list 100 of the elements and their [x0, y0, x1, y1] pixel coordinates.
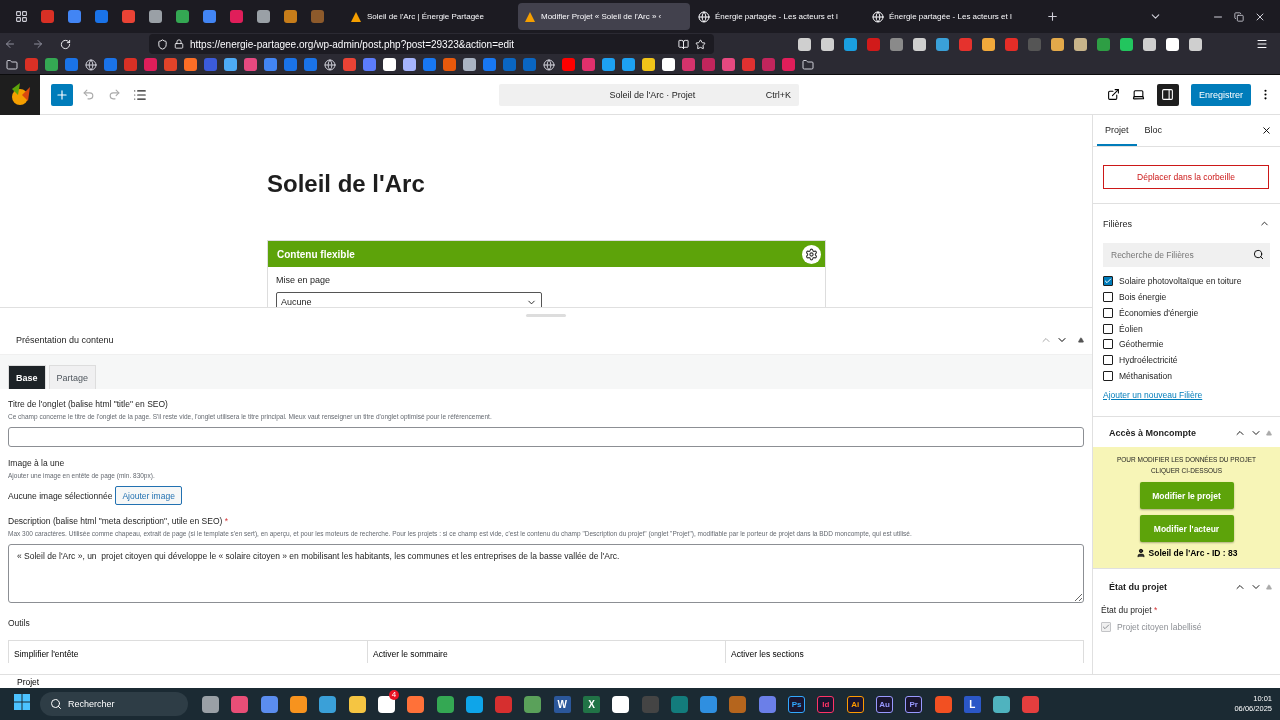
sidebar-tab[interactable]: Bloc [1136, 115, 1171, 146]
app-icon[interactable]: X [583, 695, 600, 713]
globe-icon[interactable] [85, 58, 97, 71]
reload-icon[interactable] [60, 38, 71, 50]
app-icon[interactable] [202, 695, 220, 713]
panel-title[interactable]: État du projet [1109, 582, 1167, 592]
sidebar-tab[interactable]: Projet [1097, 115, 1137, 146]
restore-icon[interactable] [1234, 11, 1244, 22]
site-icon[interactable] [203, 10, 216, 23]
reader-view-icon[interactable] [678, 38, 689, 50]
bookmark-icon[interactable] [582, 58, 595, 71]
bookmark-icon[interactable] [503, 58, 516, 71]
site-icon[interactable] [284, 10, 297, 23]
windows-icon[interactable] [14, 694, 30, 710]
bookmark-icon[interactable] [702, 58, 715, 71]
site-icon[interactable] [41, 10, 54, 23]
bookmark-icon[interactable] [304, 58, 317, 71]
bookmark-icon[interactable] [264, 58, 277, 71]
settings-icon[interactable] [805, 247, 818, 261]
bookmark-icon[interactable] [45, 58, 58, 71]
search-icon[interactable] [1253, 249, 1264, 260]
external-link-icon[interactable] [1107, 88, 1120, 101]
bookmark-icon[interactable] [284, 58, 297, 71]
app-icon[interactable]: W [553, 695, 571, 713]
bookmark-icon[interactable] [642, 58, 655, 71]
bookmark-icon[interactable] [602, 58, 615, 71]
collapse-icon[interactable] [1078, 336, 1084, 343]
app-icon[interactable]: L [963, 695, 981, 713]
globe-icon[interactable] [543, 58, 555, 71]
site-icon[interactable] [176, 10, 189, 23]
bookmark-icon[interactable] [164, 58, 177, 71]
app-icon[interactable]: Au [875, 695, 893, 713]
bookmark-icon[interactable] [244, 58, 257, 71]
back-icon[interactable] [4, 38, 16, 50]
bookmark-icon[interactable] [742, 58, 755, 71]
breadcrumb[interactable]: Projet [17, 676, 40, 687]
bookmark-icon[interactable] [184, 58, 197, 71]
browser-tab[interactable]: Énergie partagée - Les acteurs et l [692, 3, 864, 30]
bookmark-icon[interactable] [363, 58, 376, 71]
list-view-icon[interactable] [133, 87, 147, 102]
site-icon[interactable] [230, 10, 243, 23]
extension-icon[interactable] [1143, 37, 1156, 51]
bookmark-icon[interactable] [204, 58, 217, 71]
folder-icon[interactable] [802, 58, 814, 71]
bookmark-icon[interactable] [25, 58, 38, 71]
checkbox[interactable] [1103, 291, 1113, 302]
checkbox[interactable] [1103, 307, 1113, 318]
resize-handle[interactable] [526, 314, 566, 317]
bookmark-icon[interactable] [662, 58, 675, 71]
site-icon[interactable] [257, 10, 270, 23]
bookmark-icon[interactable] [403, 58, 416, 71]
extension-icon[interactable] [821, 37, 834, 51]
trash-button[interactable]: Déplacer dans la corbeille [1103, 165, 1269, 189]
app-icon[interactable] [290, 695, 308, 713]
bookmark-icon[interactable] [383, 58, 396, 71]
shield-icon[interactable] [157, 38, 168, 50]
globe-icon[interactable] [324, 58, 336, 71]
checkbox[interactable] [1103, 371, 1113, 382]
extension-icon[interactable] [1189, 37, 1202, 51]
add-image-button[interactable]: Ajouter image [115, 486, 182, 505]
redo-icon[interactable] [107, 88, 121, 101]
checkbox[interactable] [1103, 339, 1113, 350]
bookmark-icon[interactable] [224, 58, 237, 71]
bookmark-icon[interactable] [523, 58, 536, 71]
address-bar[interactable]: https://energie-partagee.org/wp-admin/post.php?post=29323&action=edit [149, 34, 714, 54]
panel-title[interactable]: Filières [1103, 218, 1132, 229]
description-field[interactable]: « Soleil de l'Arc », un projet citoyen qui développe le « solaire citoyen » en mobilisant les habitants, les communes et les entreprises de la basse vallée de l'Arc. [8, 544, 1084, 603]
bookmark-icon[interactable] [622, 58, 635, 71]
site-icon[interactable] [149, 10, 162, 23]
site-icon[interactable] [122, 10, 135, 23]
input-field[interactable] [8, 427, 1084, 447]
lock-icon[interactable] [174, 39, 184, 49]
panel-title[interactable]: Accès à Moncompte [1109, 428, 1197, 438]
app-icon[interactable] [612, 695, 630, 713]
app-icon[interactable]: Id [817, 695, 835, 713]
app-icon[interactable] [348, 695, 366, 713]
new-tab-icon[interactable] [1045, 10, 1059, 23]
site-icon[interactable] [311, 10, 324, 23]
command-bar[interactable]: Soleil de l'Arc · Projet Ctrl+K [499, 83, 799, 106]
bookmark-icon[interactable] [144, 58, 157, 71]
bookmark-icon[interactable] [782, 58, 795, 71]
preview-icon[interactable] [1132, 88, 1145, 101]
bookmark-icon[interactable] [562, 58, 575, 71]
app-icon[interactable]: Ai [846, 695, 864, 713]
bookmark-icon[interactable] [463, 58, 476, 71]
extension-icon[interactable] [982, 37, 995, 51]
bookmark-icon[interactable] [104, 58, 117, 71]
bookmark-icon[interactable] [483, 58, 496, 71]
browser-tab[interactable]: Énergie partagée - Les acteurs et l [866, 3, 1038, 30]
add-link[interactable]: Ajouter un nouveau Filière [1103, 390, 1203, 400]
search-field[interactable]: Recherche de Filières [1103, 243, 1270, 267]
extension-icon[interactable] [1166, 37, 1179, 51]
bookmark-icon[interactable] [65, 58, 78, 71]
bookmark-icon[interactable] [762, 58, 775, 71]
app-icon[interactable]: Pr [905, 695, 923, 713]
app-icon[interactable]: Ps [788, 695, 806, 713]
star-icon[interactable] [695, 38, 706, 50]
site-icon[interactable] [68, 10, 81, 23]
bookmark-icon[interactable] [124, 58, 137, 71]
checkbox[interactable] [1103, 275, 1113, 286]
